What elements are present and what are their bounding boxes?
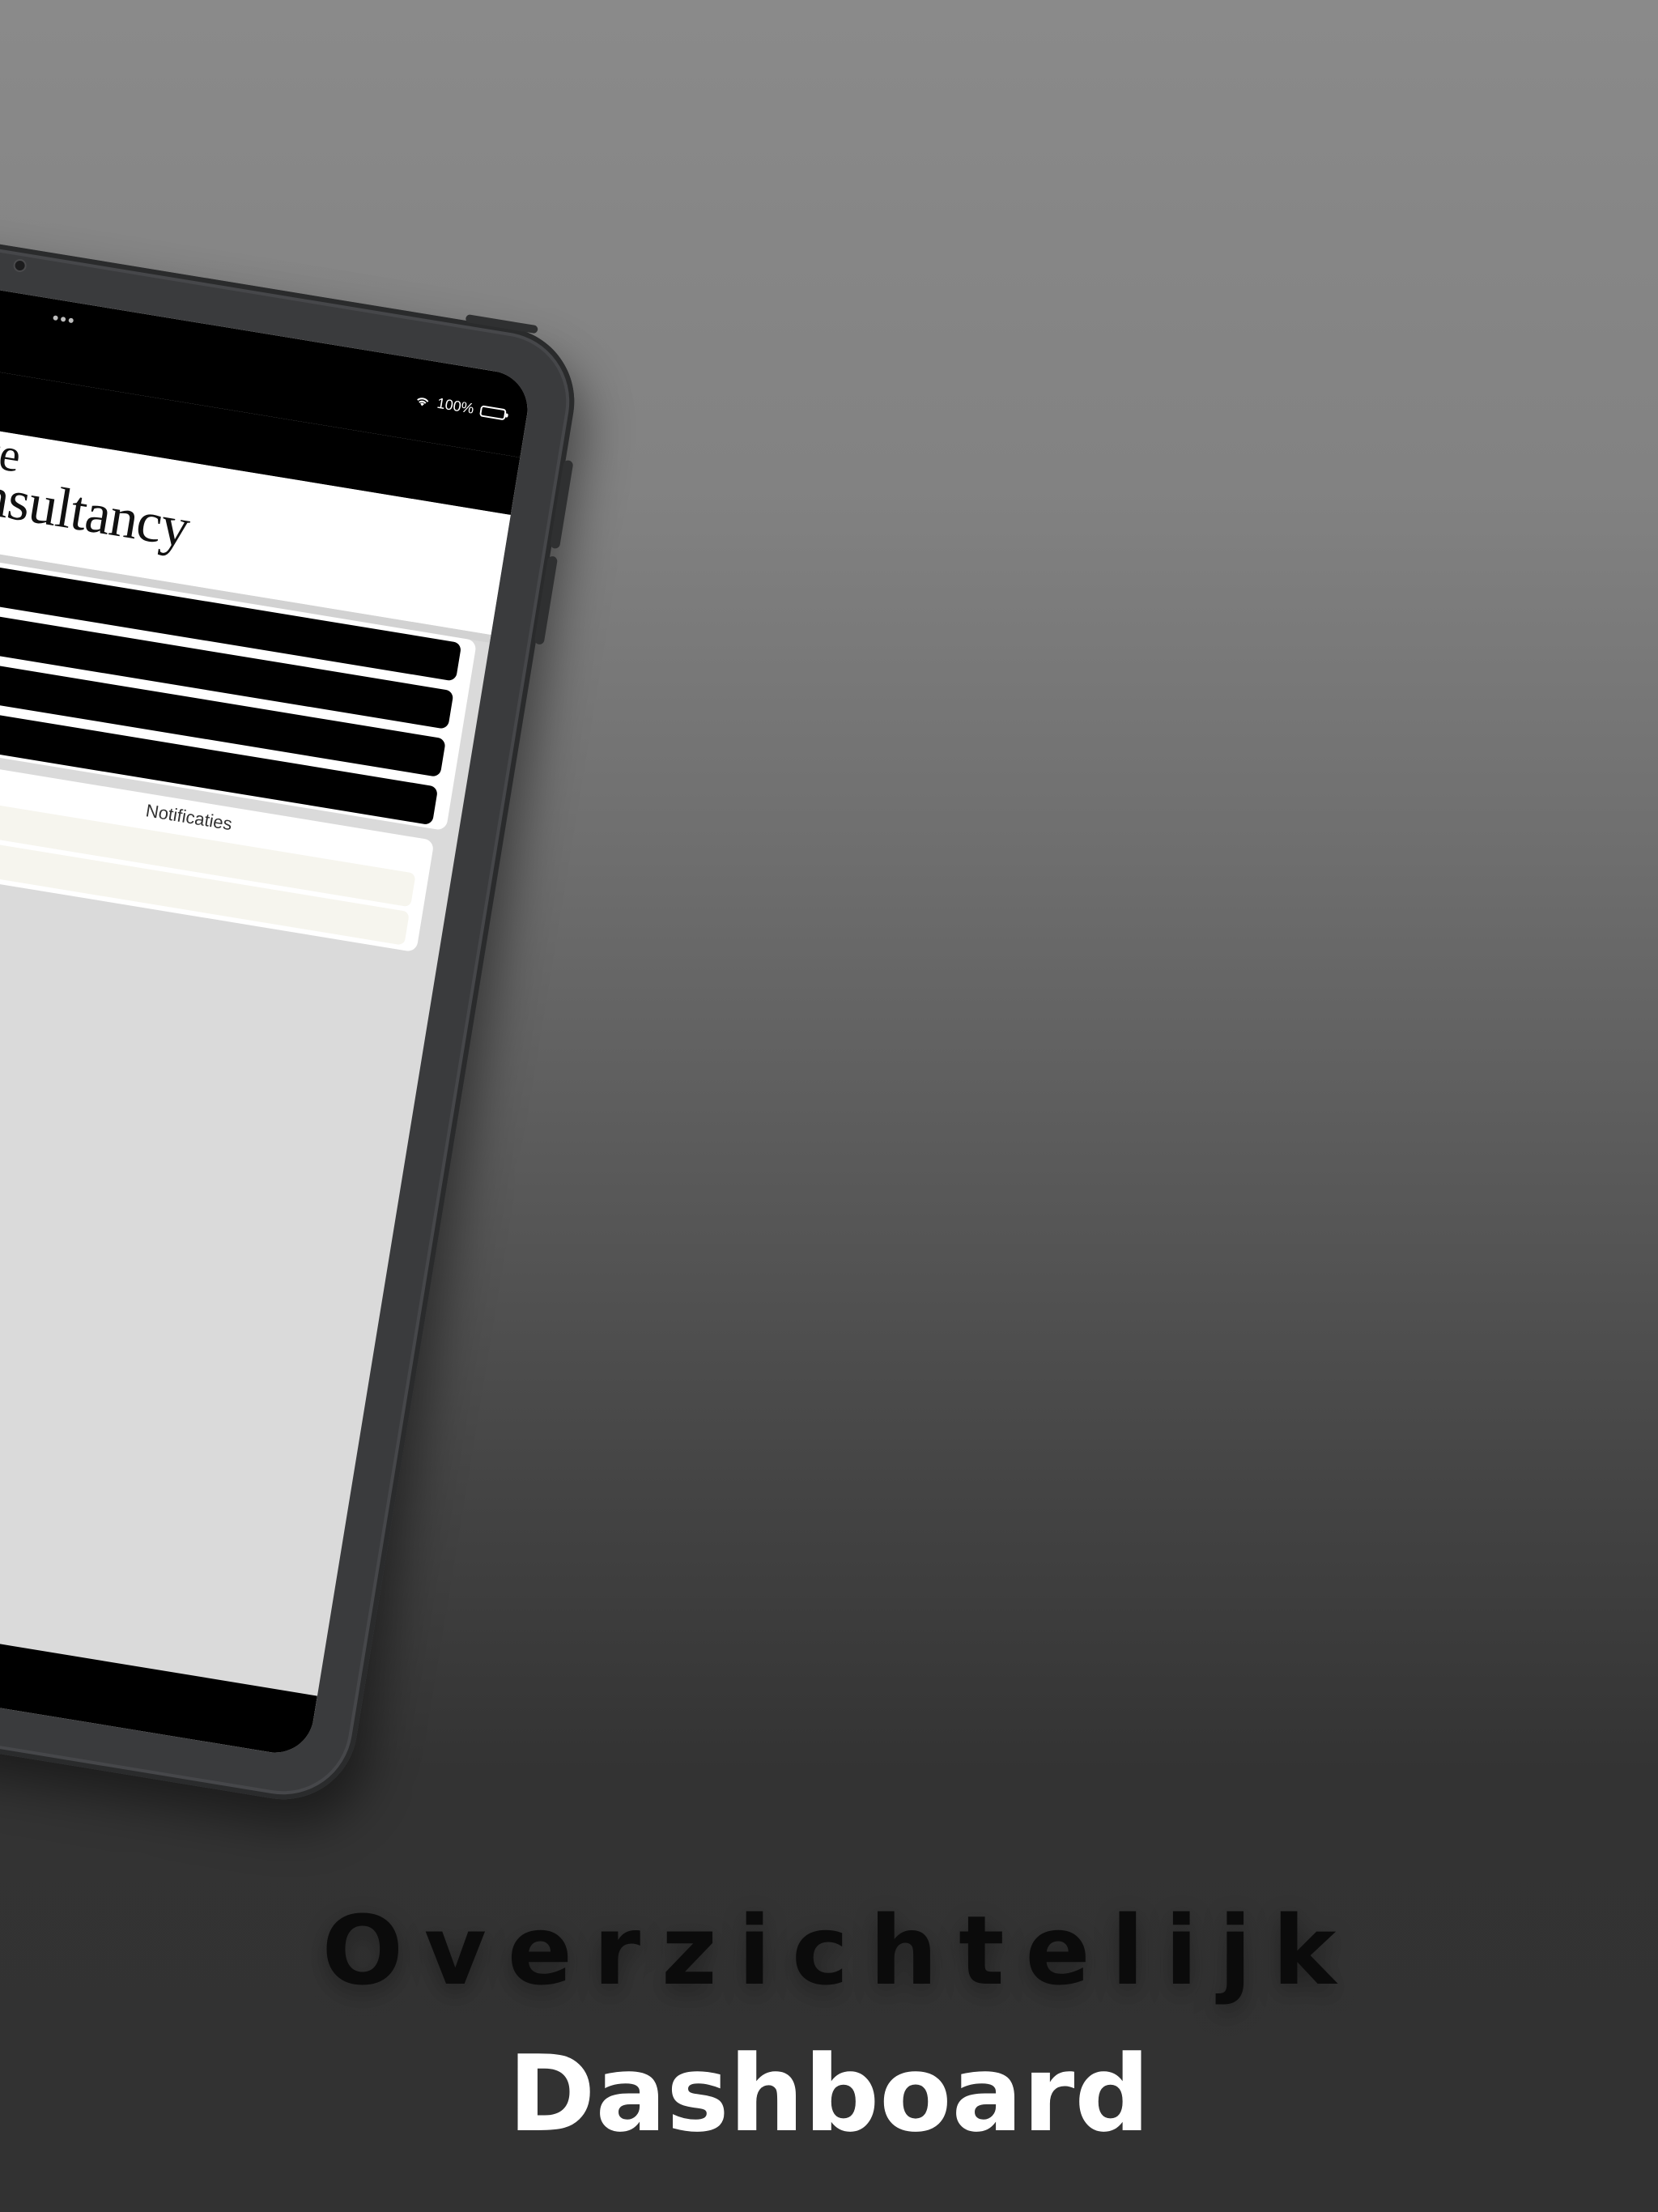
device-wrapper: ••• 100% Care Consultancy Notificaties	[0, 0, 1658, 2212]
status-indicators: 100%	[414, 391, 508, 423]
tablet-screen: ••• 100% Care Consultancy Notificaties	[0, 222, 534, 1759]
headline-dashboard: Dashboard	[508, 2032, 1150, 2155]
multitask-dots-icon[interactable]: •••	[51, 308, 78, 332]
headline-overzichtelijk: Overzichtelijk	[321, 1895, 1358, 2006]
device-top-button	[465, 313, 538, 334]
battery-percentage: 100%	[436, 394, 476, 417]
camera-icon	[14, 260, 26, 271]
wifi-icon	[414, 393, 432, 409]
battery-icon	[479, 404, 507, 420]
tablet-device: ••• 100% Care Consultancy Notificaties	[0, 170, 585, 1810]
device-volume-down-button	[534, 555, 559, 645]
tab-bar	[0, 1540, 317, 1759]
device-volume-up-button	[549, 459, 574, 550]
